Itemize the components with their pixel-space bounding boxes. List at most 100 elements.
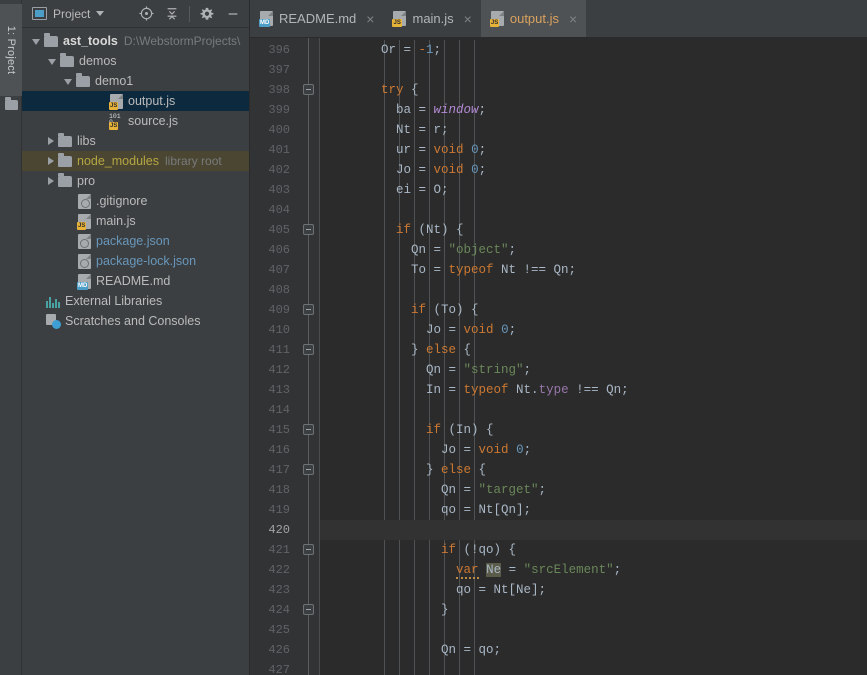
tree-item-output-js[interactable]: JS output.js bbox=[22, 91, 249, 111]
code-line[interactable]: } bbox=[320, 600, 867, 620]
fold-row[interactable] bbox=[298, 460, 319, 480]
code-line[interactable]: var Ne = "srcElement"; bbox=[320, 560, 867, 580]
collapse-all-icon[interactable] bbox=[160, 2, 184, 26]
chevron-right-icon[interactable] bbox=[48, 177, 54, 185]
tree-item-pro[interactable]: pro bbox=[22, 171, 249, 191]
tree-item-source-js[interactable]: 1010JS source.js bbox=[22, 111, 249, 131]
hide-panel-icon[interactable] bbox=[221, 2, 245, 26]
code-line[interactable]: Qn = "target"; bbox=[320, 480, 867, 500]
fold-end-icon[interactable] bbox=[303, 464, 314, 475]
code-line[interactable] bbox=[320, 60, 867, 80]
code-line[interactable] bbox=[320, 400, 867, 420]
editor-tab-main-js[interactable]: JS main.js × bbox=[383, 0, 480, 37]
code-line[interactable]: ba = window; bbox=[320, 100, 867, 120]
close-icon[interactable]: × bbox=[464, 12, 472, 26]
code-line[interactable]: Or = -1; bbox=[320, 40, 867, 60]
code-line[interactable]: } else { bbox=[320, 340, 867, 360]
project-view-selector[interactable]: Project bbox=[28, 5, 108, 23]
editor-tab-output-js[interactable]: JS output.js × bbox=[480, 0, 587, 37]
fold-row[interactable] bbox=[298, 600, 319, 620]
code-line[interactable] bbox=[320, 520, 867, 540]
chevron-down-icon[interactable] bbox=[48, 59, 56, 65]
chevron-down-icon[interactable] bbox=[64, 79, 72, 85]
code-token: (Nt) { bbox=[411, 223, 464, 237]
code-line[interactable]: ei = O; bbox=[320, 180, 867, 200]
line-number: 408 bbox=[268, 283, 290, 297]
tree-item-readme-md[interactable]: MD README.md bbox=[22, 271, 249, 291]
tree-item-package-json[interactable]: package.json bbox=[22, 231, 249, 251]
fold-row[interactable] bbox=[298, 540, 319, 560]
chevron-right-icon[interactable] bbox=[48, 157, 54, 165]
code-line[interactable] bbox=[320, 200, 867, 220]
fold-collapse-icon[interactable] bbox=[303, 224, 314, 235]
fold-collapse-icon[interactable] bbox=[303, 84, 314, 95]
code-line[interactable]: qo = Nt[Qn]; bbox=[320, 500, 867, 520]
fold-row[interactable] bbox=[298, 220, 319, 240]
project-tree[interactable]: ast_tools D:\WebstormProjects\ demos demo1 J… bbox=[22, 28, 249, 675]
fold-collapse-icon[interactable] bbox=[303, 424, 314, 435]
code-token: ei = O; bbox=[336, 183, 449, 197]
tree-item-ast-tools[interactable]: ast_tools D:\WebstormProjects\ bbox=[22, 31, 249, 51]
code-line[interactable]: if (!qo) { bbox=[320, 540, 867, 560]
fold-row bbox=[298, 480, 319, 500]
tree-item--gitignore[interactable]: .gitignore bbox=[22, 191, 249, 211]
chevron-down-icon[interactable] bbox=[32, 39, 40, 45]
code-line[interactable]: if (Nt) { bbox=[320, 220, 867, 240]
code-line[interactable]: Qn = "string"; bbox=[320, 360, 867, 380]
tree-item-main-js[interactable]: JS main.js bbox=[22, 211, 249, 231]
editor-tab-readme-md[interactable]: MD README.md × bbox=[250, 0, 383, 37]
code-line[interactable]: Qn = qo; bbox=[320, 640, 867, 660]
chevron-down-icon[interactable] bbox=[96, 11, 105, 16]
close-icon[interactable]: × bbox=[569, 12, 577, 26]
code-line[interactable]: Jo = void 0; bbox=[320, 160, 867, 180]
code-line[interactable]: Nt = r; bbox=[320, 120, 867, 140]
code-editor[interactable]: 396 397 398 399 400 401 402 403 404 405 406 407 408 4… bbox=[250, 38, 867, 675]
line-number: 405 bbox=[268, 223, 290, 237]
code-line[interactable]: ur = void 0; bbox=[320, 140, 867, 160]
code-line[interactable] bbox=[320, 660, 867, 675]
code-line[interactable]: if (In) { bbox=[320, 420, 867, 440]
code-line[interactable]: To = typeof Nt !== Qn; bbox=[320, 260, 867, 280]
code-folding-gutter[interactable] bbox=[298, 38, 320, 675]
tree-item-label: package-lock.json bbox=[96, 254, 197, 268]
tree-item-external-libraries[interactable]: External Libraries bbox=[22, 291, 249, 311]
code-token: type bbox=[538, 383, 569, 397]
tree-item-demos[interactable]: demos bbox=[22, 51, 249, 71]
tree-item-demo1[interactable]: demo1 bbox=[22, 71, 249, 91]
code-line[interactable]: try { bbox=[320, 80, 867, 100]
tree-item-node-modules[interactable]: node_modules library root bbox=[22, 151, 249, 171]
fold-end-icon[interactable] bbox=[303, 344, 314, 355]
fold-row[interactable] bbox=[298, 300, 319, 320]
fold-end-icon[interactable] bbox=[303, 604, 314, 615]
close-icon[interactable]: × bbox=[366, 12, 374, 26]
fold-collapse-icon[interactable] bbox=[303, 304, 314, 315]
code-line[interactable]: In = typeof Nt.type !== Qn; bbox=[320, 380, 867, 400]
fold-row[interactable] bbox=[298, 340, 319, 360]
code-content[interactable]: Or = -1; try { ba = window; Nt = r; ur =… bbox=[320, 38, 867, 675]
chevron-right-icon[interactable] bbox=[48, 137, 54, 145]
code-line[interactable]: Jo = void 0; bbox=[320, 440, 867, 460]
locate-icon[interactable] bbox=[134, 2, 158, 26]
editor-tab-bar[interactable]: MD README.md × JS main.js × JS output.js × bbox=[250, 0, 867, 38]
tree-item-label: node_modules bbox=[77, 154, 160, 168]
code-line[interactable]: Jo = void 0; bbox=[320, 320, 867, 340]
code-line[interactable]: if (To) { bbox=[320, 300, 867, 320]
tree-item-libs[interactable]: libs bbox=[22, 131, 249, 151]
tree-item-scratches-and-consoles[interactable]: Scratches and Consoles bbox=[22, 311, 249, 331]
code-line[interactable]: Qn = "object"; bbox=[320, 240, 867, 260]
code-line[interactable] bbox=[320, 280, 867, 300]
fold-row bbox=[298, 260, 319, 280]
tree-item-package-lock-json[interactable]: package-lock.json bbox=[22, 251, 249, 271]
settings-gear-icon[interactable] bbox=[195, 2, 219, 26]
line-number: 426 bbox=[268, 643, 290, 657]
fold-collapse-icon[interactable] bbox=[303, 544, 314, 555]
fold-row[interactable] bbox=[298, 80, 319, 100]
code-token: } bbox=[336, 463, 442, 477]
code-line[interactable] bbox=[320, 620, 867, 640]
fold-row[interactable] bbox=[298, 420, 319, 440]
tool-tab-project[interactable]: 1: Project bbox=[0, 4, 22, 96]
code-line[interactable]: qo = Nt[Ne]; bbox=[320, 580, 867, 600]
code-line[interactable]: } else { bbox=[320, 460, 867, 480]
